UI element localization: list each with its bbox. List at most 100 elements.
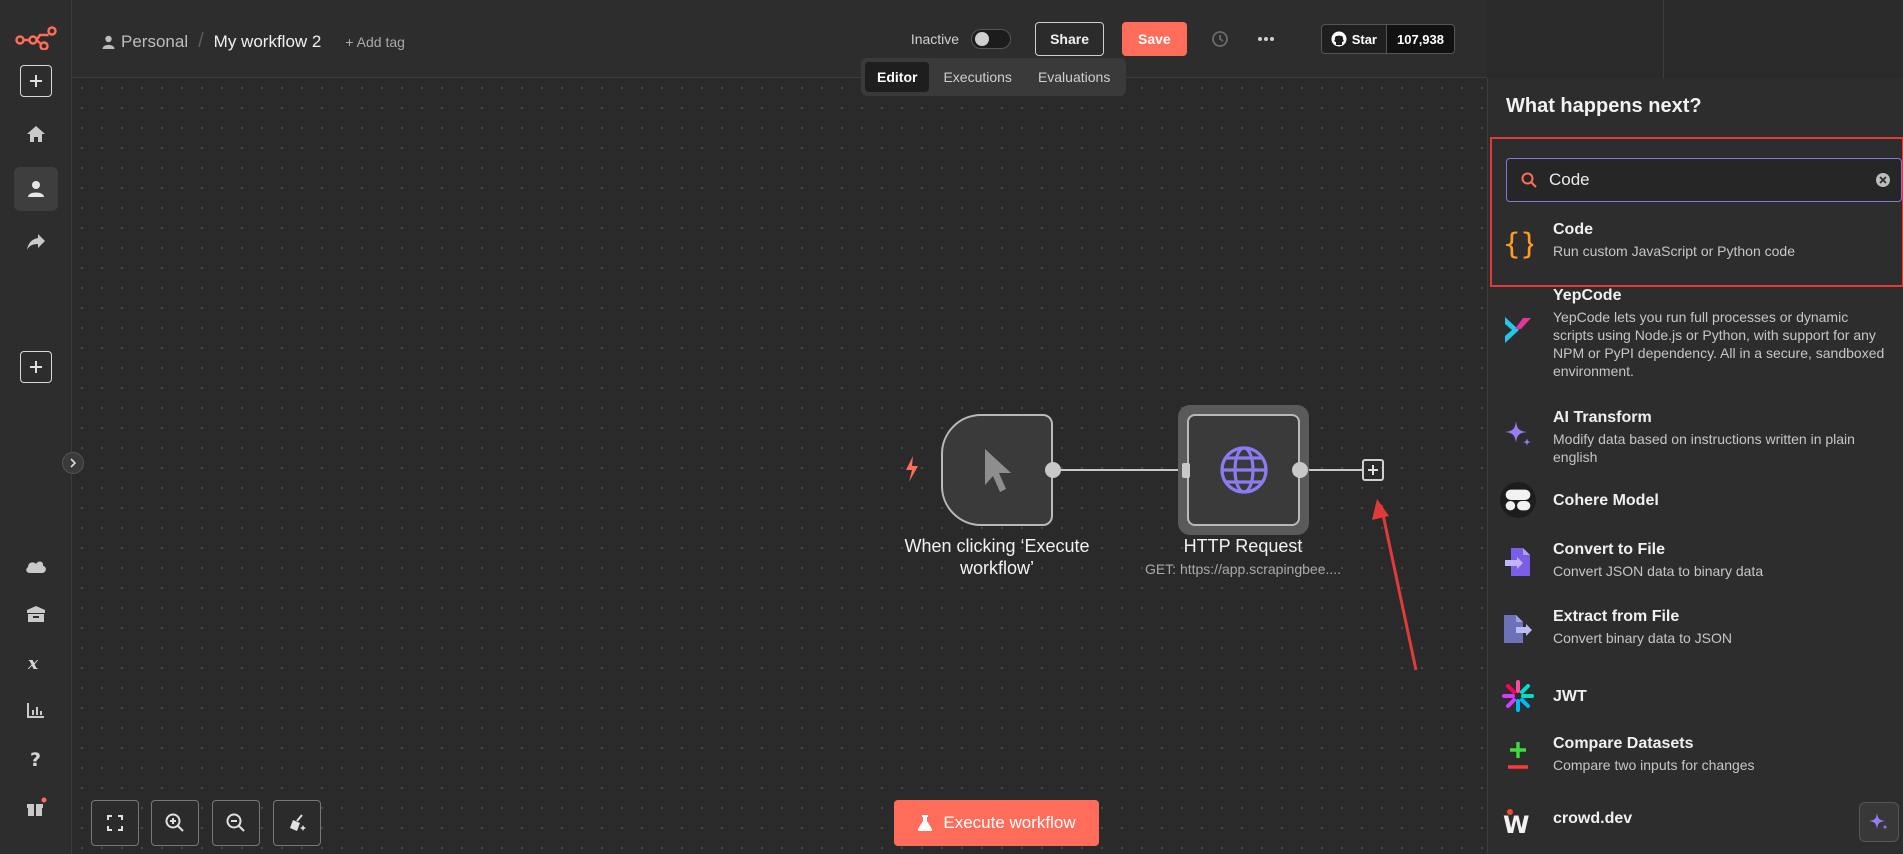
sidebar-item-variables[interactable]: x	[14, 641, 58, 685]
tab-evaluations[interactable]: Evaluations	[1026, 62, 1122, 92]
n8n-logo[interactable]	[14, 16, 58, 60]
sidebar-item-insights[interactable]	[14, 688, 58, 732]
icon-wrap	[1500, 738, 1536, 774]
cursor-icon	[985, 449, 1011, 492]
zoom-out-button[interactable]	[212, 800, 260, 846]
ellipsis-icon	[1257, 37, 1274, 41]
http-input-handle[interactable]	[1182, 463, 1190, 478]
plus-box	[20, 351, 52, 383]
tidy-up-button[interactable]	[273, 800, 321, 846]
tab-editor[interactable]: Editor	[865, 62, 930, 92]
sidebar-expand-button[interactable]	[62, 452, 84, 474]
result-title: Code	[1553, 221, 1593, 238]
clear-search-icon[interactable]	[1875, 172, 1891, 188]
gift-icon	[27, 797, 47, 816]
svg-text:W: W	[1503, 811, 1529, 836]
result-ai-transform[interactable]: AI Transform Modify data based on instru…	[1488, 408, 1903, 468]
help-icon: ?	[30, 749, 41, 769]
node-search-input[interactable]: Code	[1506, 158, 1902, 202]
result-compare-datasets[interactable]: Compare Datasets Compare two inputs for …	[1488, 732, 1903, 786]
compare-icon	[1508, 742, 1528, 769]
svg-text:x: x	[27, 654, 39, 672]
zoom-in-button[interactable]	[151, 800, 199, 846]
text-wrap: crowd.dev	[1553, 809, 1886, 829]
result-convert-to-file[interactable]: Convert to File Convert JSON data to bin…	[1488, 538, 1903, 592]
breadcrumb-separator: /	[198, 30, 204, 52]
result-desc: YepCode lets you run full processes or d…	[1553, 309, 1885, 379]
view-tabs: Editor Executions Evaluations	[861, 58, 1127, 96]
icon-wrap	[1500, 611, 1536, 647]
sidebar-item-cloud[interactable]	[14, 544, 58, 588]
plus-icon	[30, 75, 42, 87]
github-star-label: Star	[1351, 31, 1377, 47]
add-tag-button[interactable]: + Add tag	[345, 34, 405, 50]
sidebar-item-home[interactable]	[14, 112, 58, 156]
sidebar-item-help[interactable]: ?	[14, 737, 58, 781]
jwt-icon	[1502, 680, 1534, 712]
sidebar-item-shared[interactable]	[14, 220, 58, 264]
result-desc: Convert JSON data to binary data	[1553, 563, 1764, 579]
text-wrap: Compare Datasets Compare two inputs for …	[1553, 734, 1886, 774]
github-star-button[interactable]: Star	[1320, 24, 1387, 54]
text-wrap: YepCode YepCode lets you run full proces…	[1553, 286, 1886, 380]
http-node-label: HTTP Request	[1183, 536, 1303, 556]
result-title: JWT	[1553, 688, 1587, 705]
zoom-to-fit-button[interactable]	[91, 800, 139, 846]
share-button[interactable]: Share	[1035, 22, 1104, 56]
execute-workflow-label: Execute workflow	[943, 813, 1076, 832]
result-cohere-model[interactable]: Cohere Model	[1488, 480, 1903, 524]
trigger-node[interactable]	[941, 414, 1053, 526]
result-yepcode[interactable]: YepCode YepCode lets you run full proces…	[1488, 286, 1903, 396]
active-toggle[interactable]	[971, 29, 1012, 49]
file-convert-icon	[1505, 548, 1530, 576]
icon-wrap	[1500, 482, 1536, 518]
http-request-node[interactable]	[1187, 414, 1300, 526]
http-output-handle[interactable]	[1292, 462, 1308, 478]
http-node-subtitle: GET: https://app.scrapingbee....	[1144, 561, 1342, 577]
result-jwt[interactable]: JWT	[1488, 676, 1903, 720]
save-button[interactable]: Save	[1122, 22, 1187, 56]
node-creator-panel: What happens next? Code {} Code Run cust…	[1487, 78, 1903, 854]
github-star-count: 107,938	[1387, 24, 1455, 54]
tab-executions[interactable]: Executions	[931, 62, 1023, 92]
github-star-widget[interactable]: Star 107,938	[1320, 24, 1455, 54]
result-title: YepCode	[1553, 287, 1622, 304]
trigger-node-label: When clicking ‘Execute workflow’	[880, 535, 1114, 579]
result-title: crowd.dev	[1553, 810, 1633, 827]
trigger-output-handle[interactable]	[1045, 462, 1061, 478]
result-code[interactable]: {} Code Run custom JavaScript or Python …	[1488, 212, 1903, 278]
header-divider	[1663, 0, 1664, 78]
zoom-out-icon	[226, 813, 245, 832]
trigger-node-label-line1: When clicking ‘Execute	[904, 536, 1090, 556]
more-options-button[interactable]	[1251, 24, 1281, 54]
execute-workflow-button[interactable]: Execute workflow	[894, 800, 1099, 846]
plus-icon	[1368, 465, 1378, 475]
zoom-in-icon	[165, 813, 184, 832]
create-button[interactable]	[14, 59, 58, 103]
user-icon	[102, 35, 115, 49]
variable-icon: x	[27, 654, 39, 672]
history-button[interactable]	[1205, 24, 1235, 54]
add-project-button[interactable]	[14, 345, 58, 389]
fullscreen-icon	[107, 815, 123, 831]
workflow-name[interactable]: My workflow 2	[214, 32, 322, 52]
braces-icon: {}	[1503, 227, 1533, 261]
project-name: Personal	[121, 31, 189, 51]
yepcode-icon	[1505, 317, 1531, 343]
breadcrumb-project[interactable]: Personal	[102, 32, 188, 52]
user-icon	[28, 181, 44, 197]
text-wrap: Cohere Model	[1553, 491, 1886, 511]
sidebar-item-whats-new[interactable]	[14, 785, 58, 829]
result-extract-from-file[interactable]: Extract from File Convert binary data to…	[1488, 605, 1903, 659]
search-value: Code	[1549, 170, 1590, 189]
result-crowd-dev[interactable]: W crowd.dev	[1488, 802, 1903, 846]
history-icon	[1211, 31, 1228, 47]
globe-icon	[1219, 446, 1268, 494]
sidebar-item-personal[interactable]	[14, 167, 58, 211]
text-wrap: Code Run custom JavaScript or Python cod…	[1553, 220, 1886, 260]
sidebar-item-templates[interactable]	[14, 592, 58, 636]
ai-assistant-button[interactable]	[1859, 802, 1899, 842]
text-wrap: JWT	[1553, 687, 1886, 707]
cloud-icon	[26, 561, 46, 573]
add-node-button[interactable]	[1362, 459, 1384, 481]
